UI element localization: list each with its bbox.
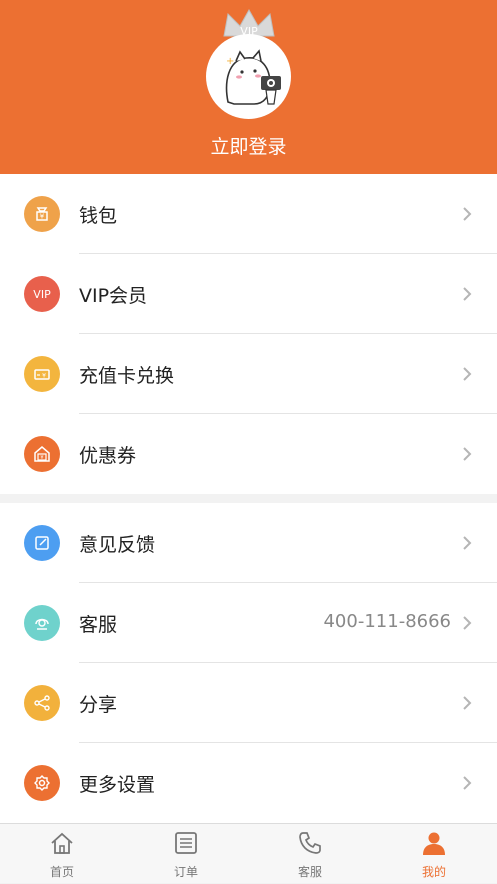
share-icon [24,685,60,721]
chevron-right-icon [463,616,472,630]
svg-text:¥: ¥ [40,213,45,221]
menu-group-support: 意见反馈 客服 400-111-8666 分享 更多设置 [0,503,497,823]
menu-item-label: VIP会员 [79,285,148,307]
gear-icon [24,765,60,801]
person-icon [423,832,445,855]
cat-avatar-icon: + [225,49,281,105]
card-icon: ¥ [24,356,60,392]
profile-header: VIP + 立即登录 [0,0,497,174]
phone-icon [299,832,321,854]
vip-icon-text: VIP [33,287,51,301]
menu-item-label: 意见反馈 [79,534,156,556]
tab-home[interactable]: 首页 [0,824,124,884]
menu-item-coupon[interactable]: ¥ 优惠券 [0,414,497,494]
coupon-icon: ¥ [24,436,60,472]
menu-item-feedback[interactable]: 意见反馈 [0,503,497,583]
chevron-right-icon [463,287,472,301]
vip-icon: VIP [24,276,60,312]
service-phone-number: 400-111-8666 [323,611,451,632]
menu-item-share[interactable]: 分享 [0,663,497,743]
wallet-icon: ¥ [24,196,60,232]
menu-item-label: 优惠券 [79,445,137,467]
svg-text:¥: ¥ [40,455,43,461]
menu-item-label: 客服 [79,614,118,636]
tab-mine[interactable]: 我的 [372,824,496,884]
tab-service[interactable]: 客服 [248,824,372,884]
tab-label: 我的 [421,865,446,879]
list-icon [175,832,197,854]
edit-icon [24,525,60,561]
chevron-right-icon [463,447,472,461]
menu-item-label: 充值卡兑换 [79,365,175,387]
home-icon [51,832,73,854]
tab-label: 客服 [297,865,322,879]
avatar[interactable]: + [206,34,291,119]
tab-label: 首页 [49,865,74,879]
menu-item-service[interactable]: 客服 400-111-8666 [0,583,497,663]
chevron-right-icon [463,367,472,381]
menu-item-label: 分享 [79,694,118,716]
bottom-tab-bar: 首页 订单 客服 我的 [0,823,497,883]
tab-orders[interactable]: 订单 [124,824,248,884]
menu-item-label: 更多设置 [79,774,156,796]
chevron-right-icon [463,207,472,221]
chevron-right-icon [463,536,472,550]
login-link[interactable]: 立即登录 [0,132,497,159]
menu-item-vip[interactable]: VIP VIP会员 [0,254,497,334]
menu-item-wallet[interactable]: ¥ 钱包 [0,174,497,254]
menu-group-account: ¥ 钱包 VIP VIP会员 ¥ 充值卡兑换 ¥ 优惠券 [0,174,497,494]
menu-item-recharge[interactable]: ¥ 充值卡兑换 [0,334,497,414]
svg-text:¥: ¥ [42,373,46,380]
chevron-right-icon [463,696,472,710]
tab-label: 订单 [173,865,198,879]
menu-item-settings[interactable]: 更多设置 [0,743,497,823]
chevron-right-icon [463,776,472,790]
headset-icon [24,605,60,641]
menu-item-label: 钱包 [79,205,118,227]
svg-text:+: + [226,56,234,67]
